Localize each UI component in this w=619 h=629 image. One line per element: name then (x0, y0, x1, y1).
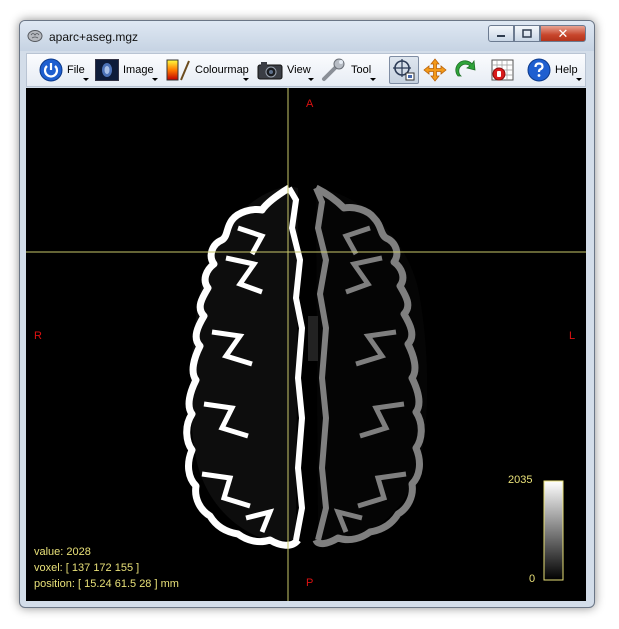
crosshair-zoom-icon (393, 59, 415, 81)
brain-slice-image (26, 88, 586, 601)
image-menu-label: Image (123, 64, 154, 76)
file-menu-label: File (67, 64, 85, 76)
pan-tool-button[interactable] (420, 56, 450, 84)
chevron-down-icon (308, 78, 314, 81)
maximize-icon (522, 29, 532, 38)
orientation-anterior-label: A (306, 98, 314, 110)
chevron-down-icon (83, 78, 89, 81)
image-menu[interactable]: Image (95, 56, 158, 84)
chevron-down-icon (243, 78, 249, 81)
wrench-icon (322, 58, 345, 81)
colorbar-max-label: 2035 (508, 474, 533, 486)
window-title: aparc+aseg.mgz (49, 30, 139, 44)
snapshot-button[interactable] (487, 56, 517, 84)
colourmap-menu-label: Colourmap (195, 64, 249, 76)
chevron-down-icon (152, 78, 158, 81)
chevron-down-icon (576, 78, 582, 81)
tool-menu[interactable]: Tool (321, 56, 376, 84)
navigate-tool-button[interactable] (389, 56, 419, 84)
help-menu-label: Help (555, 64, 578, 76)
help-icon (527, 58, 551, 82)
app-window: aparc+aseg.mgz ✕ File Image Colourmap Vi… (19, 20, 595, 608)
chevron-down-icon (370, 78, 376, 81)
help-menu[interactable]: Help (527, 56, 582, 84)
position-readout: position: [ 15.24 61.5 28 ] mm (34, 578, 179, 590)
colorbar (543, 480, 564, 581)
colorbar-min-label: 0 (529, 573, 536, 585)
grid-record-icon (491, 59, 514, 81)
brain-app-icon (27, 30, 43, 42)
orientation-right-label: R (34, 330, 42, 342)
reset-view-button[interactable] (451, 56, 481, 84)
minimize-icon (497, 34, 505, 37)
image-viewport[interactable]: A P R L 2035 0 value: 2028 voxel: [ 137 … (26, 88, 586, 601)
title-bar[interactable]: aparc+aseg.mgz ✕ (20, 21, 594, 51)
tool-menu-label: Tool (351, 64, 372, 76)
maximize-button[interactable] (514, 25, 540, 42)
green-rotate-arrow-icon (455, 59, 476, 77)
file-menu[interactable]: File (39, 56, 89, 84)
view-menu-label: View (287, 64, 311, 76)
value-readout: value: 2028 (34, 546, 91, 558)
camera-icon (257, 62, 283, 80)
close-icon: ✕ (557, 25, 569, 41)
voxel-readout: voxel: [ 137 172 155 ] (34, 562, 140, 574)
power-icon (39, 58, 63, 82)
orientation-left-label: L (569, 330, 576, 342)
close-button[interactable]: ✕ (540, 25, 586, 42)
minimize-button[interactable] (488, 25, 514, 42)
image-icon (95, 59, 119, 81)
colourmap-icon (166, 59, 190, 81)
colourmap-menu[interactable]: Colourmap (165, 56, 249, 84)
view-menu[interactable]: View (257, 56, 314, 84)
move-arrows-icon (423, 58, 447, 82)
info-overlay: value: 2028 voxel: [ 137 172 155 ] posit… (34, 544, 179, 592)
toolbar: File Image Colourmap View Tool Help (26, 53, 586, 87)
orientation-posterior-label: P (306, 577, 314, 589)
